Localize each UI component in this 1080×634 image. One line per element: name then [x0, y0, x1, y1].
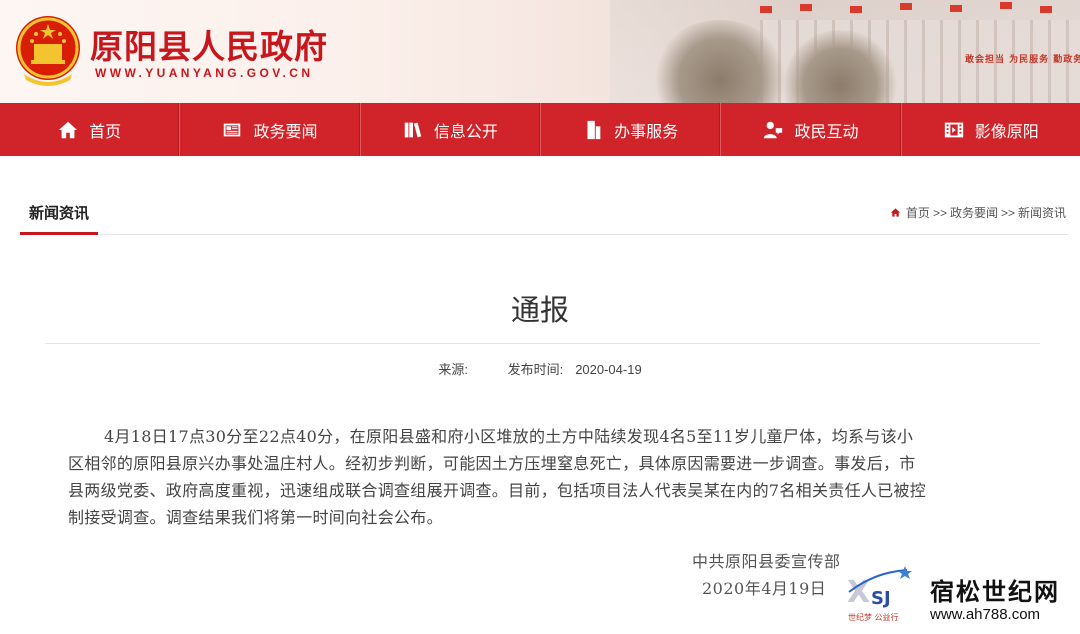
nav-item-label: 办事服务: [614, 123, 679, 141]
nav-item-label: 首页: [89, 123, 122, 141]
banner-building-photo: 敢会担当 为民服务 勤政务实 敢于担当 清正廉洁: [610, 0, 1080, 103]
film-icon: [944, 122, 963, 137]
date-label: 发布时间:: [507, 362, 564, 377]
nav-item-news[interactable]: 政务要闻: [179, 103, 360, 156]
newspaper-icon: [224, 123, 241, 136]
nav-item-interaction[interactable]: 政民互动: [720, 103, 901, 156]
home-icon: [890, 208, 901, 217]
signature: 中共原阳县委宣传部 2020年4月19日: [692, 548, 841, 602]
section-tab[interactable]: 新闻资讯: [20, 186, 98, 235]
article-body: 4月18日17点30分至22点40分，在原阳县盛和府小区堆放的土方中陆续发现4名…: [68, 427, 927, 527]
nav-item-label: 影像原阳: [974, 123, 1039, 141]
section-header: 新闻资讯 首页 >> 政务要闻 >> 新闻资讯: [20, 186, 1068, 235]
watermark-url: www.ah788.com: [930, 606, 1041, 623]
books-icon: [404, 122, 422, 137]
nav-item-label: 政务要闻: [253, 123, 318, 141]
svg-text:SJ: SJ: [871, 588, 891, 609]
building-icon: [587, 120, 601, 139]
nav-item-home[interactable]: 首页: [0, 103, 180, 156]
nav-item-label: 信息公开: [433, 123, 498, 141]
breadcrumb: 首页 >> 政务要闻 >> 新闻资讯: [890, 204, 1066, 221]
nav-item-services[interactable]: 办事服务: [539, 103, 721, 156]
watermark: X SJ 世纪梦 公益行 宿松世纪网 www.ah788.com: [845, 560, 1080, 634]
national-emblem-icon: [16, 16, 80, 86]
nav-item-label: 政民互动: [794, 123, 859, 141]
breadcrumb-separator: >>: [932, 205, 947, 220]
publish-date: 2020-04-19: [575, 362, 642, 377]
nav-item-info-disclosure[interactable]: 信息公开: [359, 103, 540, 156]
source-label: 来源:: [438, 362, 468, 377]
breadcrumb-news[interactable]: 政务要闻: [950, 204, 998, 221]
header-banner: 敢会担当 为民服务 勤政务实 敢于担当 清正廉洁 原阳县人民政府 WWW.YUA…: [0, 0, 1080, 103]
user-chat-icon: [764, 121, 783, 138]
breadcrumb-current[interactable]: 新闻资讯: [1018, 204, 1066, 221]
home-icon: [58, 121, 78, 138]
site-url: WWW.YUANYANG.GOV.CN: [95, 66, 314, 80]
banner-slogan: 敢会担当 为民服务 勤政务实 敢于担当 清正廉洁: [965, 55, 1080, 65]
breadcrumb-home[interactable]: 首页: [906, 204, 930, 221]
signature-org: 中共原阳县委宣传部: [692, 552, 841, 571]
main-nav: 首页 政务要闻 信息公开 办事服务 政民互动 影像原阳: [0, 103, 1080, 156]
divider: [45, 343, 1040, 344]
watermark-logo-icon: X SJ: [847, 566, 912, 610]
signature-date: 2020年4月19日: [702, 579, 827, 598]
watermark-name: 宿松世纪网: [930, 578, 1060, 606]
nav-item-gallery[interactable]: 影像原阳: [900, 103, 1080, 156]
breadcrumb-separator: >>: [1000, 205, 1015, 220]
watermark-subtext: 世纪梦 公益行: [848, 613, 899, 622]
article-meta: 来源: 发布时间: 2020-04-19: [0, 359, 1080, 378]
article-title: 通报: [510, 295, 569, 327]
site-title[interactable]: 原阳县人民政府: [90, 20, 328, 68]
